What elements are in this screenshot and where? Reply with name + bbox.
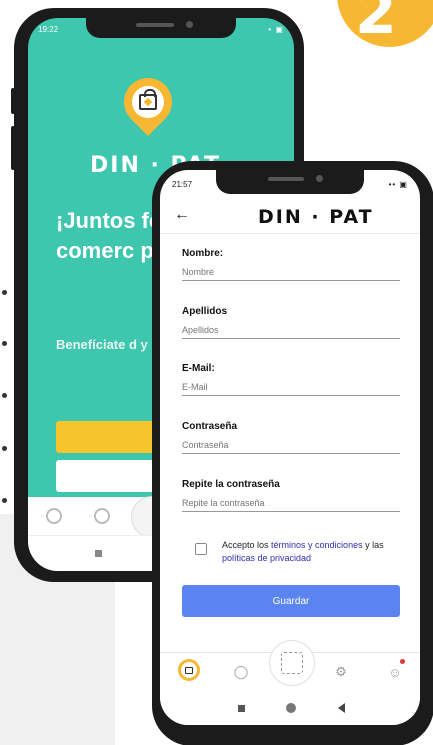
home-system-icon[interactable]	[286, 703, 296, 713]
accept-terms-checkbox[interactable]	[195, 543, 207, 555]
bullet-dot	[2, 290, 7, 295]
recent-apps-icon[interactable]	[95, 550, 102, 557]
surname-label: Apellidos	[182, 306, 228, 317]
shopping-bag-icon	[139, 94, 157, 110]
status-icons: •• ▣	[388, 180, 408, 189]
notification-dot	[400, 659, 405, 664]
repeat-password-field: Repite la contraseña	[182, 479, 400, 512]
promo-stage: 2 19:22 • ▣ DIN · PAT ¡Juntos fomentar e…	[0, 0, 433, 745]
bullet-dot	[2, 393, 7, 398]
home-icon[interactable]	[46, 508, 62, 524]
phone-notch	[86, 18, 236, 38]
accept-middle: y las	[362, 540, 384, 550]
location-icon[interactable]	[94, 508, 110, 524]
bullet-dot	[2, 498, 7, 503]
phone-side-button	[11, 88, 15, 114]
email-label: E-Mail:	[182, 363, 215, 374]
status-time: 19:22	[38, 25, 59, 34]
repeat-password-label: Repite la contraseña	[182, 479, 280, 490]
phone-notch	[216, 170, 364, 194]
qr-scan-button[interactable]	[269, 640, 315, 686]
name-field: Nombre:	[182, 248, 400, 281]
terms-link[interactable]: términos y condiciones	[271, 540, 363, 550]
bullet-dot	[2, 446, 7, 451]
user-icon[interactable]: ☺	[386, 663, 404, 681]
password-label: Contraseña	[182, 421, 238, 432]
back-arrow-icon[interactable]: ←	[174, 206, 190, 224]
email-input[interactable]	[182, 382, 400, 396]
surname-field: Apellidos	[182, 306, 400, 339]
password-field: Contraseña	[182, 421, 400, 454]
phone-side-button	[11, 126, 15, 170]
header-divider	[160, 233, 420, 234]
recent-apps-icon[interactable]	[238, 705, 245, 712]
privacy-link[interactable]: políticas de privacidad	[222, 553, 311, 563]
settings-icon[interactable]: ⚙	[332, 663, 350, 681]
surname-input[interactable]	[182, 325, 400, 339]
system-nav-bar	[160, 692, 420, 725]
registration-screen: 21:57 •• ▣ ← DIN · PAT Nombre: Apellidos…	[160, 170, 420, 725]
repeat-password-input[interactable]	[182, 498, 400, 512]
password-input[interactable]	[182, 440, 400, 454]
accept-terms-text: Accepto los términos y condiciones y las…	[222, 539, 402, 565]
qr-icon	[281, 652, 303, 674]
name-input[interactable]	[182, 267, 400, 281]
status-time: 21:57	[172, 180, 193, 189]
back-system-icon[interactable]	[338, 703, 345, 713]
location-icon[interactable]: ◯	[232, 663, 250, 681]
bullet-dot	[2, 341, 7, 346]
home-icon[interactable]	[178, 659, 200, 681]
name-label: Nombre:	[182, 248, 224, 259]
save-button[interactable]: Guardar	[182, 585, 400, 617]
brand-logo-text: DIN · PAT	[258, 206, 374, 228]
status-icons: • ▣	[268, 25, 284, 34]
logo-pin-icon	[114, 68, 182, 136]
email-field: E-Mail:	[182, 363, 400, 396]
accept-prefix: Accepto los	[222, 540, 272, 550]
step-number: 2	[355, 0, 397, 48]
